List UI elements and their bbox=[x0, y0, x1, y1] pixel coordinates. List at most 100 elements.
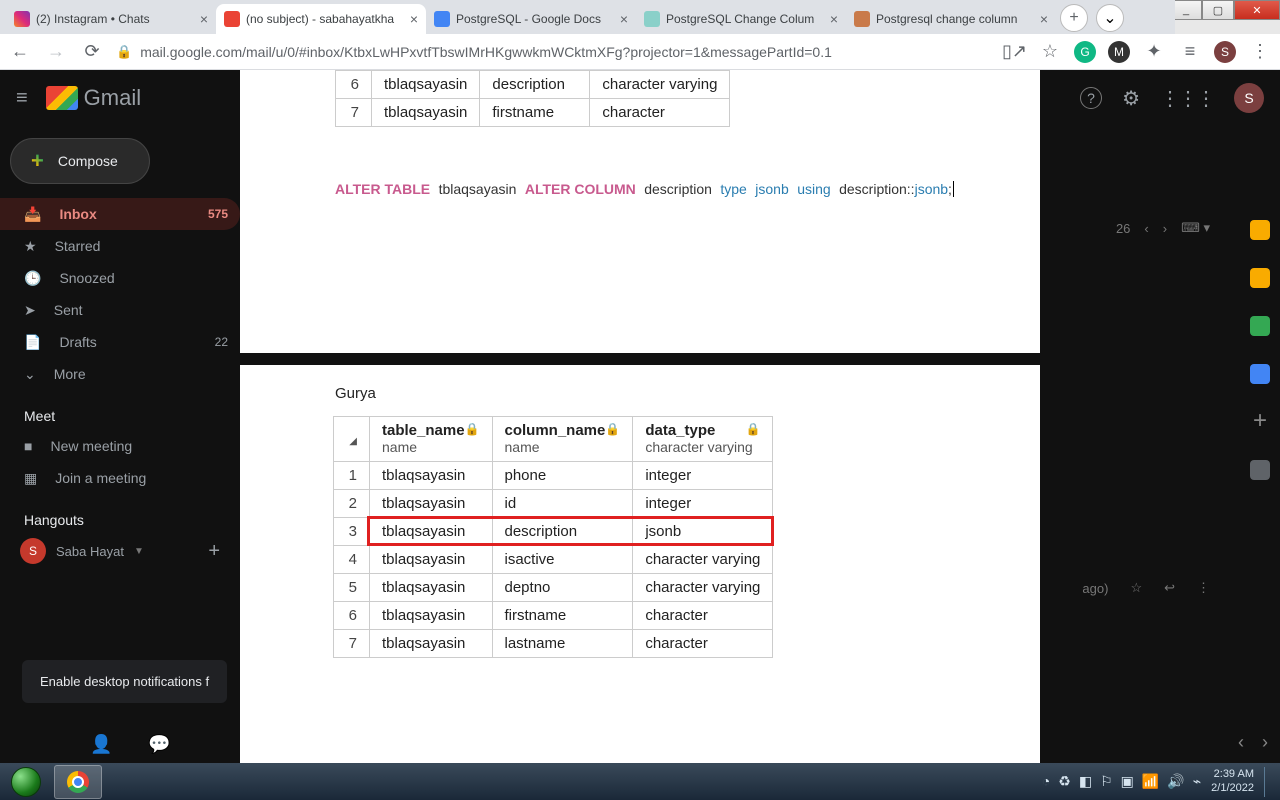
browser-tab[interactable]: Postgresql change column × bbox=[846, 4, 1056, 34]
page-count: 26 bbox=[1116, 221, 1130, 236]
window-maximize-button[interactable]: ▢ bbox=[1202, 0, 1234, 20]
tray-icon[interactable]: ▣ bbox=[1121, 773, 1134, 790]
tab-overflow-button[interactable]: ⌄ bbox=[1096, 4, 1124, 32]
star-icon[interactable]: ☆ bbox=[1130, 580, 1142, 596]
sidebar-item-snoozed[interactable]: 🕒Snoozed bbox=[0, 262, 240, 294]
side-panel-app-icon[interactable]: + bbox=[1250, 412, 1270, 432]
taskbar-chrome-app[interactable] bbox=[54, 765, 102, 799]
table-column-header: table_name🔒name bbox=[370, 417, 493, 462]
tray-icon[interactable]: ♻ bbox=[1058, 773, 1071, 790]
sidebar-item-drafts[interactable]: 📄Drafts22 bbox=[0, 326, 240, 358]
tab-title: (2) Instagram • Chats bbox=[36, 12, 194, 26]
side-panel-app-icon[interactable] bbox=[1250, 316, 1270, 336]
install-app-icon[interactable]: ▯↗ bbox=[1002, 41, 1026, 62]
tray-icon[interactable]: ⚐ bbox=[1100, 773, 1113, 790]
browser-tab[interactable]: PostgreSQL Change Colum× bbox=[636, 4, 846, 34]
chrome-icon bbox=[67, 771, 89, 793]
meet-item-label: New meeting bbox=[50, 438, 132, 454]
email-image-bottom: Gurya ◢table_name🔒namecolumn_name🔒nameda… bbox=[240, 365, 1040, 763]
tab-close-icon[interactable]: × bbox=[620, 11, 628, 27]
sidebar-item-sent[interactable]: ➤Sent bbox=[0, 294, 240, 326]
desktop-notifications-toast[interactable]: Enable desktop notifications f bbox=[22, 660, 227, 703]
new-tab-button[interactable]: + bbox=[1060, 4, 1088, 32]
meet-item[interactable]: ■ New meeting bbox=[0, 430, 240, 462]
browser-tab[interactable]: (2) Instagram • Chats × bbox=[6, 4, 216, 34]
side-panel-app-icon[interactable] bbox=[1250, 220, 1270, 240]
table-cell: tblaqsayasin bbox=[370, 630, 493, 658]
table-cell: 5 bbox=[334, 574, 370, 602]
tab-close-icon[interactable]: × bbox=[830, 11, 838, 27]
reply-icon[interactable]: ↩ bbox=[1164, 580, 1175, 596]
sidebar-item-icon: ⌄ bbox=[24, 366, 36, 383]
carousel-prev-icon[interactable]: ‹ bbox=[1238, 732, 1244, 753]
page-next-icon[interactable]: › bbox=[1163, 221, 1167, 236]
table-row: 4tblaqsayasinisactivecharacter varying bbox=[334, 546, 773, 574]
tray-icon[interactable]: ◧ bbox=[1079, 773, 1092, 790]
show-desktop-button[interactable] bbox=[1264, 767, 1272, 797]
nav-forward-button[interactable]: → bbox=[44, 41, 68, 62]
extension-m-icon[interactable]: M bbox=[1108, 41, 1130, 63]
tab-close-icon[interactable]: × bbox=[1040, 11, 1048, 27]
extensions-puzzle-icon[interactable]: ✦ bbox=[1142, 41, 1166, 62]
side-panel-app-icon[interactable] bbox=[1250, 364, 1270, 384]
gmail-brand-text: Gmail bbox=[84, 85, 141, 111]
nav-reload-button[interactable]: ⟳ bbox=[80, 41, 104, 62]
extension-grammarly-icon[interactable]: G bbox=[1074, 41, 1096, 63]
settings-gear-icon[interactable]: ⚙ bbox=[1122, 86, 1140, 111]
table-cell: phone bbox=[492, 462, 633, 490]
hangouts-contacts-icon[interactable]: 👤 bbox=[90, 734, 112, 755]
page-prev-icon[interactable]: ‹ bbox=[1144, 221, 1148, 236]
browser-menu-icon[interactable]: ⋮ bbox=[1248, 41, 1272, 62]
main-menu-icon[interactable]: ≡ bbox=[16, 87, 28, 110]
tray-icon[interactable]: ⌁ bbox=[1193, 773, 1201, 790]
account-avatar[interactable]: S bbox=[1234, 83, 1264, 113]
browser-tab[interactable]: (no subject) - sabahayatkha× bbox=[216, 4, 426, 34]
windows-logo-icon bbox=[11, 767, 41, 797]
hangouts-username: Saba Hayat bbox=[56, 544, 124, 559]
taskbar-clock[interactable]: 2:39 AM 2/1/2022 bbox=[1211, 768, 1254, 794]
table-column-header: data_type🔒character varying bbox=[633, 417, 773, 462]
side-panel-app-icon[interactable] bbox=[1250, 460, 1270, 480]
compose-button[interactable]: + Compose bbox=[10, 138, 150, 184]
profile-avatar-icon[interactable]: S bbox=[1214, 41, 1236, 63]
tab-favicon bbox=[14, 11, 30, 27]
hangouts-chat-icon[interactable]: 💬 bbox=[148, 734, 170, 755]
table-cell: 7 bbox=[334, 630, 370, 658]
help-icon[interactable]: ? bbox=[1080, 87, 1102, 109]
hangouts-add-icon[interactable]: + bbox=[208, 540, 220, 563]
gmail-pagination: 26 ‹ › ⌨ ▾ bbox=[1116, 220, 1210, 236]
start-button[interactable] bbox=[0, 763, 52, 800]
tray-icon[interactable]: 🔊 bbox=[1167, 773, 1184, 790]
window-close-button[interactable]: ✕ bbox=[1234, 0, 1280, 20]
more-icon[interactable]: ⋮ bbox=[1197, 580, 1210, 596]
tray-icon[interactable]: 📶 bbox=[1142, 773, 1159, 790]
tab-close-icon[interactable]: × bbox=[410, 11, 418, 27]
bookmark-star-icon[interactable]: ☆ bbox=[1038, 41, 1062, 62]
message-row-actions: ago) ☆ ↩ ⋮ bbox=[1082, 580, 1210, 596]
hangouts-user-row[interactable]: S Saba Hayat ▼ + bbox=[0, 534, 240, 568]
table-cell: character varying bbox=[633, 546, 773, 574]
input-tools-icon[interactable]: ⌨ ▾ bbox=[1181, 220, 1210, 236]
carousel-next-icon[interactable]: › bbox=[1262, 732, 1268, 753]
tab-title: Postgresql change column bbox=[876, 12, 1034, 26]
tab-close-icon[interactable]: × bbox=[200, 11, 208, 27]
meet-item[interactable]: ▦ Join a meeting bbox=[0, 462, 240, 494]
sidebar-item-count: 22 bbox=[215, 335, 228, 349]
reading-list-icon[interactable]: ≡ bbox=[1178, 41, 1202, 62]
tray-icon[interactable]: ◔ bbox=[1042, 773, 1050, 790]
side-panel-app-icon[interactable] bbox=[1250, 268, 1270, 288]
compose-label: Compose bbox=[58, 153, 118, 169]
gmail-logo[interactable]: Gmail bbox=[46, 85, 141, 111]
sidebar-item-inbox[interactable]: 📥Inbox575 bbox=[0, 198, 240, 230]
meet-item-icon: ■ bbox=[24, 438, 32, 454]
sidebar-item-more[interactable]: ⌄More bbox=[0, 358, 240, 390]
nav-back-button[interactable]: ← bbox=[8, 41, 32, 62]
meet-item-icon: ▦ bbox=[24, 470, 37, 487]
gmail-m-icon bbox=[46, 86, 78, 110]
google-apps-icon[interactable]: ⋮⋮⋮ bbox=[1160, 86, 1214, 111]
meet-item-label: Join a meeting bbox=[55, 470, 146, 486]
browser-tab[interactable]: PostgreSQL - Google Docs× bbox=[426, 4, 636, 34]
address-bar[interactable]: 🔒 mail.google.com/mail/u/0/#inbox/KtbxLw… bbox=[116, 44, 990, 60]
sidebar-item-starred[interactable]: ★Starred bbox=[0, 230, 240, 262]
table-row: 7tblaqsayasinlastnamecharacter bbox=[334, 630, 773, 658]
